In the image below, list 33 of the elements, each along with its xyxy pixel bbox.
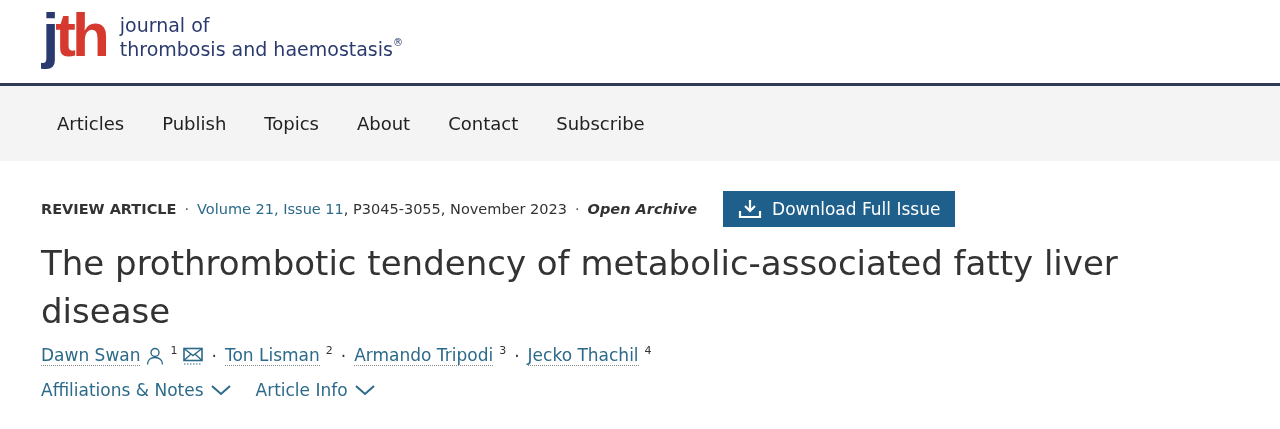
- author-link[interactable]: Jecko Thachil: [527, 345, 639, 366]
- expand-toggle[interactable]: Affiliations & Notes: [41, 380, 232, 400]
- journal-name-line: thrombosis and haemostasis: [119, 36, 393, 61]
- nav-link[interactable]: Articles: [57, 113, 125, 134]
- access-label: Open Archive: [587, 201, 698, 217]
- separator: ·: [575, 201, 580, 217]
- registered-mark: ®: [392, 36, 403, 49]
- affiliation-number: 1: [170, 345, 178, 357]
- author-link[interactable]: Dawn Swan: [41, 345, 141, 366]
- affiliation-number: 4: [644, 345, 652, 357]
- separator: ·: [211, 345, 217, 366]
- article-type: REVIEW ARTICLE: [41, 201, 177, 217]
- expand-toggle[interactable]: Article Info: [255, 380, 376, 400]
- nav-link[interactable]: Topics: [264, 113, 319, 134]
- affiliation-number: 2: [325, 345, 333, 357]
- separator: ·: [514, 345, 520, 366]
- nav-link[interactable]: Contact: [448, 113, 519, 134]
- nav-link[interactable]: Subscribe: [556, 113, 645, 134]
- download-icon: [738, 199, 763, 219]
- separator: ·: [340, 345, 347, 366]
- article-title: The prothrombotic tendency of metabolic-associated fatty liver disease: [41, 242, 1119, 333]
- author-link[interactable]: Ton Lisman: [224, 345, 320, 366]
- affiliation-number: 3: [499, 345, 507, 357]
- journal-name-line: journal of: [119, 12, 211, 37]
- author-link[interactable]: Armando Tripodi: [354, 345, 494, 366]
- email-icon[interactable]: [183, 346, 204, 365]
- nav-link[interactable]: Publish: [162, 113, 227, 134]
- volume-link[interactable]: Volume 21, Issue 11: [197, 201, 344, 217]
- separator: ·: [184, 201, 190, 217]
- nav-link[interactable]: About: [356, 113, 411, 134]
- pages-text: , P3045-3055, November 2023: [343, 201, 567, 217]
- download-button[interactable]: Download Full Issue: [723, 191, 956, 227]
- logo-mark[interactable]: jth: [42, 0, 110, 71]
